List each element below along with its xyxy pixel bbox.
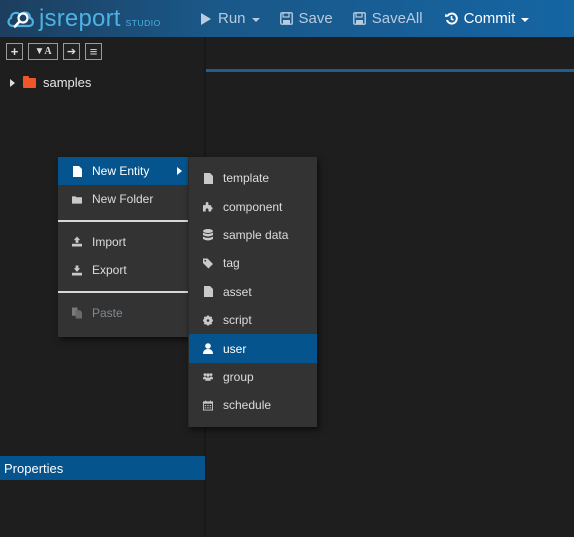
folder-icon bbox=[23, 75, 36, 88]
commit-button[interactable]: Commit bbox=[441, 10, 534, 27]
floppy-disk-icon bbox=[352, 12, 366, 25]
submenu-item-label: tag bbox=[223, 256, 240, 271]
upload-icon bbox=[72, 236, 82, 247]
tree-item-label: samples bbox=[43, 75, 92, 90]
submenu-item-label: user bbox=[223, 341, 247, 356]
tag-icon bbox=[203, 258, 213, 269]
play-icon bbox=[200, 12, 212, 25]
file-icon bbox=[203, 286, 213, 298]
saveall-label: SaveAll bbox=[371, 10, 423, 27]
properties-title: Properties bbox=[4, 461, 64, 476]
user-icon bbox=[203, 343, 213, 355]
app-logo: jsreport STUDIO bbox=[6, 5, 186, 33]
context-menu: New Entity New Folder Import Export Past… bbox=[58, 157, 188, 337]
caret-right-icon bbox=[177, 167, 182, 175]
floppy-disk-icon bbox=[279, 12, 293, 25]
submenu-item-label: schedule bbox=[223, 398, 272, 413]
tree-toolbar: + ▼A ➔ ≡ bbox=[6, 43, 107, 60]
plus-icon: + bbox=[10, 44, 19, 59]
filter-icon: ▼A bbox=[34, 46, 52, 57]
arrow-right-icon: ➔ bbox=[66, 46, 77, 58]
menu-item-import[interactable]: Import bbox=[58, 228, 188, 257]
run-button[interactable]: Run bbox=[196, 10, 264, 27]
goto-active-button[interactable]: ➔ bbox=[63, 43, 80, 60]
expand-triangle-icon[interactable] bbox=[10, 78, 15, 87]
submenu-item-schedule[interactable]: schedule bbox=[189, 391, 317, 419]
menu-separator bbox=[58, 290, 188, 293]
submenu-item-label: group bbox=[223, 369, 254, 384]
calendar-icon bbox=[203, 400, 213, 411]
history-icon bbox=[444, 12, 458, 25]
submenu-item-label: component bbox=[223, 199, 283, 214]
users-icon bbox=[203, 371, 213, 382]
commit-label: Commit bbox=[463, 10, 516, 27]
top-toolbar: jsreport STUDIO Run Save SaveAll Commit bbox=[0, 0, 574, 37]
menu-item-paste[interactable]: Paste bbox=[58, 299, 188, 328]
menu-item-new-folder[interactable]: New Folder bbox=[58, 185, 188, 214]
save-button[interactable]: Save bbox=[276, 10, 337, 27]
database-icon bbox=[203, 228, 213, 241]
menu-item-label: Import bbox=[92, 234, 127, 249]
paste-icon bbox=[72, 307, 82, 319]
save-label: Save bbox=[298, 10, 333, 27]
menu-separator bbox=[58, 219, 188, 222]
menu-item-label: New Entity bbox=[92, 164, 150, 178]
submenu-item-tag[interactable]: tag bbox=[189, 249, 317, 277]
new-entity-submenu: template component sample data tag asset… bbox=[188, 157, 317, 427]
editor-tabs-underline bbox=[206, 69, 574, 72]
file-icon bbox=[72, 165, 82, 177]
menu-item-export[interactable]: Export bbox=[58, 256, 188, 285]
submenu-item-group[interactable]: group bbox=[189, 363, 317, 391]
menu-item-label: Export bbox=[92, 263, 127, 278]
logo-cloud-search-icon bbox=[6, 7, 36, 31]
logo-text: jsreport bbox=[39, 4, 121, 32]
submenu-item-component[interactable]: component bbox=[189, 192, 317, 220]
submenu-item-template[interactable]: template bbox=[189, 164, 317, 192]
submenu-item-label: sample data bbox=[223, 227, 289, 242]
file-icon bbox=[203, 172, 213, 184]
submenu-item-label: script bbox=[223, 313, 252, 328]
gear-icon bbox=[203, 315, 213, 326]
tree-item-samples[interactable]: samples bbox=[10, 75, 91, 90]
add-entity-button[interactable]: + bbox=[6, 43, 23, 60]
submenu-item-label: asset bbox=[223, 284, 252, 299]
tree-menu-button[interactable]: ≡ bbox=[85, 43, 102, 60]
folder-icon bbox=[72, 195, 82, 204]
submenu-item-script[interactable]: script bbox=[189, 306, 317, 334]
menu-item-label: Paste bbox=[92, 305, 123, 320]
run-label: Run bbox=[218, 10, 246, 27]
logo-suffix: STUDIO bbox=[125, 17, 161, 28]
puzzle-icon bbox=[203, 201, 213, 212]
list-icon: ≡ bbox=[89, 44, 98, 59]
menu-item-label: New Folder bbox=[92, 192, 154, 207]
submenu-item-label: template bbox=[223, 171, 270, 186]
saveall-button[interactable]: SaveAll bbox=[349, 10, 427, 27]
download-icon bbox=[72, 265, 82, 276]
submenu-item-asset[interactable]: asset bbox=[189, 278, 317, 306]
submenu-item-sample-data[interactable]: sample data bbox=[189, 221, 317, 249]
chevron-down-icon bbox=[251, 17, 260, 22]
menu-item-new-entity[interactable]: New Entity bbox=[58, 157, 188, 185]
properties-header[interactable]: Properties bbox=[0, 456, 205, 480]
filter-button[interactable]: ▼A bbox=[28, 43, 58, 60]
chevron-down-icon bbox=[521, 17, 530, 22]
submenu-item-user[interactable]: user bbox=[189, 334, 317, 363]
